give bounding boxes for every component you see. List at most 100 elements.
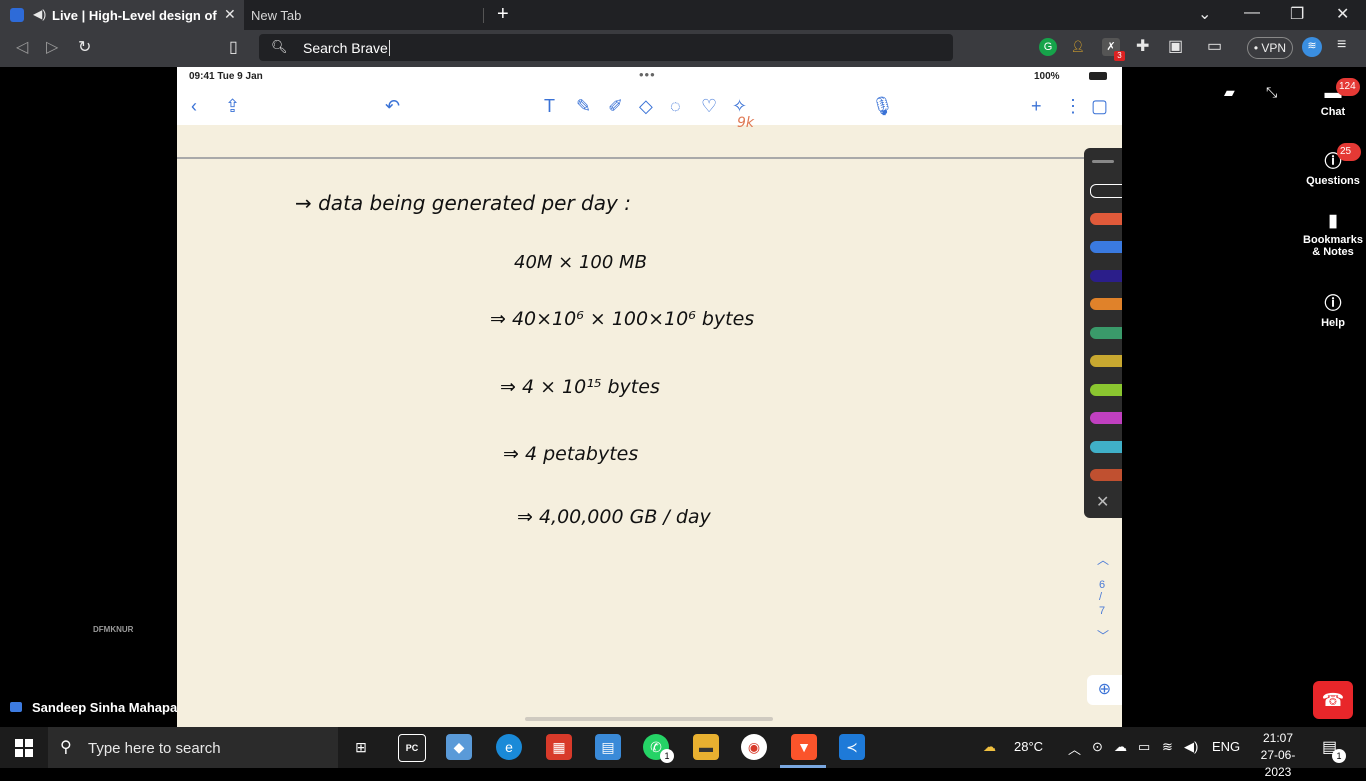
close-palette-icon[interactable]: ✕ [1096, 492, 1109, 512]
ipad-lasso-icon[interactable]: ◌ [670, 96, 681, 116]
pen-color-swatch[interactable] [1090, 241, 1122, 253]
pen-color-swatch[interactable] [1090, 213, 1122, 225]
start-windows-icon[interactable] [15, 739, 33, 757]
ipad-more-icon[interactable]: ⋮ [1064, 96, 1082, 116]
maximize-button[interactable]: ❐ [1290, 4, 1304, 24]
highlighter-color-swatch[interactable] [1090, 412, 1122, 424]
close-window-button[interactable]: ✕ [1336, 4, 1349, 24]
bookmark-icon: ▮ [1328, 211, 1338, 230]
office-apps-icon[interactable]: ▦ [546, 734, 572, 760]
audio-playing-icon[interactable]: ◀) [33, 7, 46, 21]
vpn-button[interactable]: • VPN [1247, 37, 1293, 59]
chrome-icon[interactable]: ◉ [741, 734, 767, 760]
minimize-button[interactable]: — [1244, 4, 1260, 22]
taskbar-search-placeholder: Type here to search [88, 740, 221, 757]
battery-icon[interactable]: ▭ [1138, 739, 1150, 755]
forward-icon[interactable]: ▷ [46, 37, 58, 57]
brave-browser-icon[interactable]: ▼ [791, 734, 817, 760]
clock-time: 21:07 [1262, 731, 1294, 745]
onedrive-cloud-icon[interactable]: ☁ [1114, 739, 1127, 755]
3d-viewer-icon[interactable]: ◆ [446, 734, 472, 760]
pen-color-swatch[interactable] [1090, 270, 1122, 282]
site-favicon-icon [10, 8, 24, 22]
ipad-home-indicator [525, 717, 773, 721]
bookmarks-notes-button[interactable]: ▮ Bookmarks & Notes [1300, 211, 1366, 258]
palette-drag-handle[interactable] [1092, 160, 1114, 163]
wallet-icon[interactable]: ▭ [1207, 36, 1222, 56]
tab-search-chevron-icon[interactable]: ⌄ [1198, 4, 1211, 24]
meet-now-icon[interactable]: ⊙ [1092, 739, 1103, 755]
ipad-undo-icon[interactable]: ↶ [385, 96, 400, 116]
tab-live-session[interactable]: ◀) Live | High-Level design of You ✕ [0, 0, 244, 30]
page-up-chevron-icon[interactable]: ︿ [1097, 551, 1109, 568]
sidebar-toggle-icon[interactable]: ▣ [1168, 36, 1183, 56]
ipad-shapes-icon[interactable]: ♡ [701, 96, 717, 116]
wifi-icon[interactable]: ≋ [1162, 739, 1173, 755]
ipad-microphone-icon[interactable]: 🎙︎ [871, 96, 894, 116]
close-tab-icon[interactable]: ✕ [224, 6, 236, 23]
language-indicator[interactable]: ENG [1212, 739, 1240, 754]
notebook-page[interactable]: 9k → data being generated per day : 40M … [177, 115, 1122, 727]
weather-icon[interactable]: ☁ [983, 739, 996, 755]
exit-fullscreen-icon[interactable]: ⤡ [1266, 84, 1277, 101]
page-separator: / [1099, 591, 1103, 603]
bookmark-icon[interactable]: ▯ [229, 37, 238, 57]
highlighter-color-swatch[interactable] [1090, 469, 1122, 481]
system-clock[interactable]: 21:07 27-06-2023 [1248, 730, 1308, 781]
tab-new-tab[interactable]: New Tab [251, 8, 301, 23]
ipad-eraser-icon[interactable]: ◇ [639, 96, 653, 116]
note-line-5: ⇒ 4 petabytes [503, 443, 639, 465]
info-icon: ⓘ [1324, 294, 1342, 313]
edge-browser-icon[interactable]: e [496, 734, 522, 760]
highlighter-color-swatch[interactable] [1090, 441, 1122, 453]
user-watermark: DFMKNUR [93, 625, 134, 634]
hide-video-icon[interactable]: ▰ [1224, 84, 1235, 101]
shared-ipad-screen: 09:41 Tue 9 Jan ••• 100% ‹ ⇪ ↶ T ✎ ✐ ◇ ◌… [177, 67, 1122, 727]
menu-hamburger-icon[interactable]: ≡ [1337, 36, 1346, 54]
ipad-status-time: 09:41 Tue 9 Jan [189, 71, 263, 82]
chat-count-badge: 124 [1336, 78, 1360, 96]
ipad-add-page-icon[interactable]: + [1031, 96, 1042, 116]
grammarly-extension-icon[interactable]: G [1039, 38, 1057, 56]
show-hidden-icons-chevron[interactable]: ︿ [1068, 739, 1081, 758]
volume-icon[interactable]: ◀) [1184, 739, 1198, 755]
user-extension-icon[interactable]: 👤︎ [1069, 38, 1087, 56]
notification-count-badge: 1 [1332, 749, 1346, 763]
windows-taskbar: ⚲ Type here to search ⊞ PC ◆ e ▦ ▤ ✆ 1 ▬… [0, 727, 1366, 779]
ipad-share-icon[interactable]: ⇪ [225, 96, 240, 116]
ipad-back-icon[interactable]: ‹ [191, 96, 197, 116]
search-icon: ⚲ [60, 739, 72, 756]
pen-color-swatch[interactable] [1090, 327, 1122, 339]
highlighter-color-swatch[interactable] [1090, 355, 1122, 367]
note-line-6: ⇒ 4,00,000 GB / day [517, 506, 711, 528]
taskbar-search-box[interactable]: ⚲ Type here to search [48, 727, 338, 768]
ipad-text-tool-icon[interactable]: T [544, 96, 555, 116]
page-down-chevron-icon[interactable]: ﹀ [1097, 627, 1109, 644]
weather-temperature[interactable]: 28°C [1014, 739, 1043, 754]
file-explorer-icon[interactable]: ▬ [693, 734, 719, 760]
pen-color-swatch[interactable] [1090, 184, 1122, 198]
ipad-pen-tool-icon[interactable]: ✎ [576, 96, 591, 116]
ipad-laser-icon[interactable]: ✧ [732, 96, 747, 116]
leave-call-button[interactable]: ☎ [1313, 681, 1353, 719]
address-bar[interactable]: 🔍︎ Search Brave [259, 34, 953, 61]
text-caret [389, 40, 390, 56]
tab-divider [483, 8, 484, 23]
ipad-pages-icon[interactable]: ▢ [1091, 96, 1108, 116]
extensions-puzzle-icon[interactable]: ✚ [1136, 36, 1149, 56]
profile-avatar[interactable]: ≋ [1302, 37, 1322, 57]
reload-icon[interactable]: ↻ [78, 37, 91, 57]
highlighter-color-swatch[interactable] [1090, 384, 1122, 396]
pen-color-swatch[interactable] [1090, 298, 1122, 310]
battery-icon [1089, 72, 1107, 80]
back-icon[interactable]: ◁ [16, 37, 28, 57]
help-button[interactable]: ⓘ Help [1300, 289, 1366, 329]
zoom-in-icon[interactable]: ⊕ [1087, 675, 1122, 705]
vscode-icon[interactable]: ≺ [839, 734, 865, 760]
pycharm-icon[interactable]: PC [398, 734, 426, 762]
ipad-multitask-dots: ••• [639, 67, 656, 82]
new-tab-button[interactable]: + [497, 3, 509, 26]
ipad-highlighter-icon[interactable]: ✐ [608, 96, 623, 116]
microsoft-store-icon[interactable]: ▤ [595, 734, 621, 760]
task-view-icon[interactable]: ⊞ [348, 734, 374, 760]
